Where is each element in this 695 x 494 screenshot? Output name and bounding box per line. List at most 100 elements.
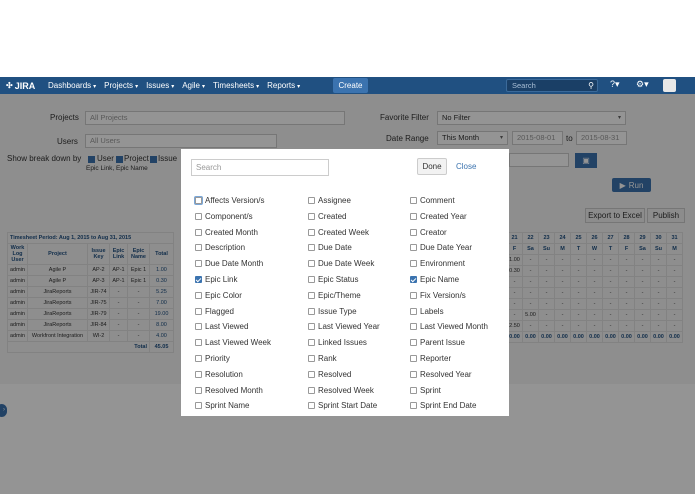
- nav-projects[interactable]: Projects ▾: [104, 81, 138, 90]
- option-checkbox[interactable]: [308, 212, 315, 220]
- option-checkbox[interactable]: [410, 339, 417, 347]
- option-description[interactable]: Description: [195, 243, 245, 252]
- option-due-date[interactable]: Due Date: [308, 243, 352, 252]
- option-checkbox[interactable]: [410, 386, 417, 394]
- option-checkbox[interactable]: [195, 260, 202, 268]
- option-priority[interactable]: Priority: [195, 354, 230, 363]
- option-checkbox[interactable]: [195, 276, 202, 283]
- option-checkbox[interactable]: [308, 307, 315, 315]
- option-environment[interactable]: Environment: [410, 259, 465, 268]
- option-checkbox[interactable]: [308, 370, 315, 378]
- option-sprint-end-date[interactable]: Sprint End Date: [410, 401, 476, 410]
- option-epic-color[interactable]: Epic Color: [195, 291, 242, 300]
- option-checkbox[interactable]: [410, 212, 417, 220]
- option-checkbox[interactable]: [410, 323, 417, 331]
- option-last-viewed[interactable]: Last Viewed: [195, 322, 248, 331]
- option-checkbox[interactable]: [308, 260, 315, 268]
- option-resolved[interactable]: Resolved: [308, 370, 351, 379]
- done-button[interactable]: Done: [417, 158, 447, 175]
- option-created-year[interactable]: Created Year: [410, 212, 467, 221]
- option-checkbox[interactable]: [195, 339, 202, 347]
- create-button[interactable]: Create: [333, 78, 368, 93]
- option-checkbox[interactable]: [308, 197, 315, 204]
- option-checkbox[interactable]: [195, 197, 202, 204]
- option-last-viewed-month[interactable]: Last Viewed Month: [410, 322, 488, 331]
- option-checkbox[interactable]: [195, 291, 202, 299]
- option-created[interactable]: Created: [308, 212, 346, 221]
- option-reporter[interactable]: Reporter: [410, 354, 451, 363]
- option-checkbox[interactable]: [308, 355, 315, 362]
- option-comment[interactable]: Comment: [410, 196, 455, 205]
- option-checkbox[interactable]: [308, 402, 315, 410]
- option-checkbox[interactable]: [195, 323, 202, 331]
- option-checkbox[interactable]: [195, 370, 202, 378]
- option-checkbox[interactable]: [410, 228, 417, 236]
- option-created-week[interactable]: Created Week: [308, 228, 369, 237]
- option-checkbox[interactable]: [308, 323, 315, 331]
- option-last-viewed-week[interactable]: Last Viewed Week: [195, 338, 271, 347]
- option-checkbox[interactable]: [195, 355, 202, 362]
- option-creator[interactable]: Creator: [410, 228, 447, 237]
- option-epic-name[interactable]: Epic Name: [410, 275, 459, 284]
- global-search-input[interactable]: Search ⚲: [506, 79, 598, 92]
- option-resolved-month[interactable]: Resolved Month: [195, 386, 263, 395]
- option-sprint-start-date[interactable]: Sprint Start Date: [308, 401, 377, 410]
- option-checkbox[interactable]: [410, 291, 417, 299]
- option-checkbox[interactable]: [308, 291, 315, 299]
- option-checkbox[interactable]: [308, 228, 315, 236]
- option-checkbox[interactable]: [195, 212, 202, 220]
- option-affects-version-s[interactable]: Affects Version/s: [195, 196, 264, 205]
- option-checkbox[interactable]: [308, 244, 315, 252]
- nav-agile[interactable]: Agile ▾: [182, 81, 205, 90]
- option-due-date-week[interactable]: Due Date Week: [308, 259, 374, 268]
- option-checkbox[interactable]: [410, 355, 417, 362]
- option-due-date-year[interactable]: Due Date Year: [410, 243, 472, 252]
- option-checkbox[interactable]: [410, 244, 417, 252]
- option-created-month[interactable]: Created Month: [195, 228, 258, 237]
- help-icon[interactable]: ?⁠▾: [610, 79, 620, 90]
- option-rank[interactable]: Rank: [308, 354, 337, 363]
- gear-icon[interactable]: ⚙▾: [636, 79, 649, 90]
- option-checkbox[interactable]: [195, 228, 202, 236]
- option-linked-issues[interactable]: Linked Issues: [308, 338, 367, 347]
- option-checkbox[interactable]: [195, 244, 202, 252]
- option-checkbox[interactable]: [410, 370, 417, 378]
- nav-dashboards[interactable]: Dashboards ▾: [48, 81, 96, 90]
- option-checkbox[interactable]: [410, 260, 417, 268]
- option-checkbox[interactable]: [308, 386, 315, 394]
- option-resolved-week[interactable]: Resolved Week: [308, 386, 374, 395]
- option-resolved-year[interactable]: Resolved Year: [410, 370, 472, 379]
- option-checkbox[interactable]: [195, 307, 202, 315]
- close-link[interactable]: Close: [456, 158, 476, 175]
- nav-reports[interactable]: Reports ▾: [267, 81, 300, 90]
- option-sprint-name[interactable]: Sprint Name: [195, 401, 249, 410]
- option-assignee[interactable]: Assignee: [308, 196, 351, 205]
- option-resolution[interactable]: Resolution: [195, 370, 243, 379]
- option-last-viewed-year[interactable]: Last Viewed Year: [308, 322, 380, 331]
- option-checkbox[interactable]: [195, 402, 202, 410]
- option-epic-theme[interactable]: Epic/Theme: [308, 291, 361, 300]
- option-checkbox[interactable]: [410, 402, 417, 410]
- option-checkbox[interactable]: [308, 339, 315, 347]
- option-parent-issue[interactable]: Parent Issue: [410, 338, 465, 347]
- option-labels[interactable]: Labels: [410, 307, 444, 316]
- avatar[interactable]: [663, 79, 676, 92]
- option-component-s[interactable]: Component/s: [195, 212, 253, 221]
- column-search-input[interactable]: Search: [191, 159, 329, 176]
- option-epic-link[interactable]: Epic Link: [195, 275, 237, 284]
- option-checkbox[interactable]: [195, 386, 202, 394]
- option-checkbox[interactable]: [410, 197, 417, 204]
- option-label: Created Month: [205, 227, 258, 237]
- option-issue-type[interactable]: Issue Type: [308, 307, 357, 316]
- option-flagged[interactable]: Flagged: [195, 307, 234, 316]
- option-checkbox[interactable]: [410, 307, 417, 315]
- option-epic-status[interactable]: Epic Status: [308, 275, 358, 284]
- option-due-date-month[interactable]: Due Date Month: [195, 259, 263, 268]
- jira-logo[interactable]: ✣ JIRA: [6, 81, 42, 91]
- option-checkbox[interactable]: [308, 276, 315, 283]
- nav-issues[interactable]: Issues ▾: [146, 81, 174, 90]
- option-fix-version-s[interactable]: Fix Version/s: [410, 291, 466, 300]
- nav-timesheets[interactable]: Timesheets ▾: [213, 81, 259, 90]
- option-sprint[interactable]: Sprint: [410, 386, 441, 395]
- option-checkbox[interactable]: [410, 276, 417, 283]
